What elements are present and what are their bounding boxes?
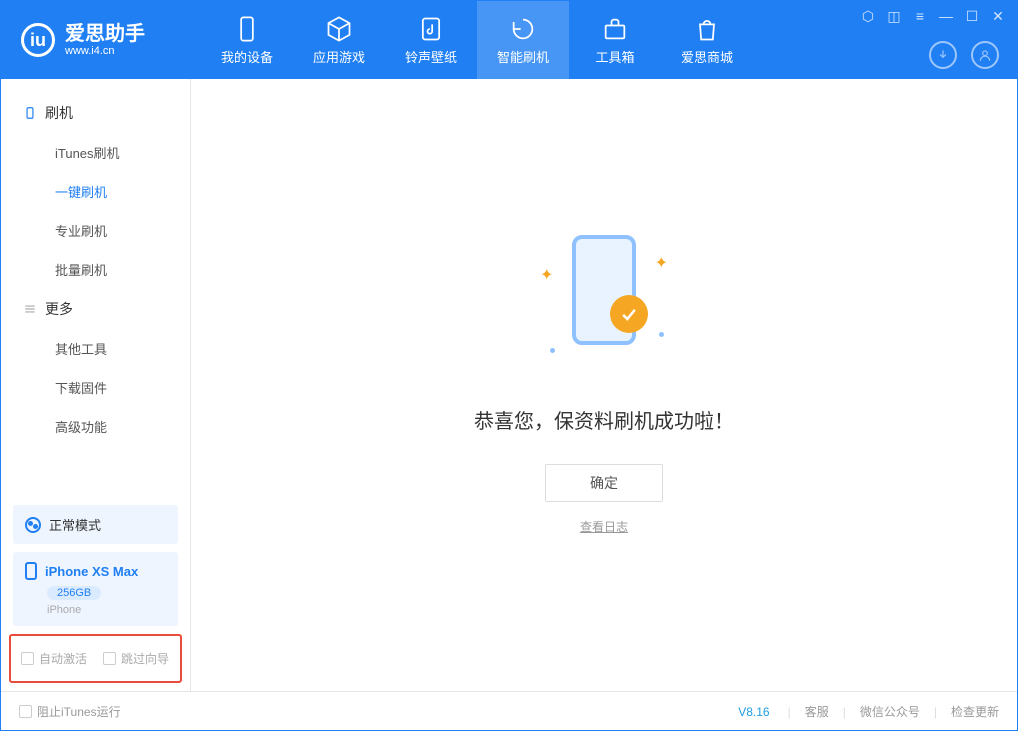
- sync-icon[interactable]: ◫: [887, 9, 901, 23]
- list-icon: [23, 302, 37, 316]
- checkbox-auto-activate[interactable]: 自动激活: [21, 650, 87, 667]
- tab-store[interactable]: 爱思商城: [661, 1, 753, 79]
- tab-label: 智能刷机: [497, 47, 549, 66]
- sidebar-item-download-firmware[interactable]: 下载固件: [1, 368, 190, 407]
- sidebar-group-more: 更多: [1, 289, 190, 329]
- tab-ringtone-wallpaper[interactable]: 铃声壁纸: [385, 1, 477, 79]
- shopping-bag-icon: [693, 15, 721, 43]
- tab-toolbox[interactable]: 工具箱: [569, 1, 661, 79]
- tab-label: 爱思商城: [681, 47, 733, 66]
- download-icon: [936, 48, 950, 62]
- sidebar-item-pro-flash[interactable]: 专业刷机: [1, 211, 190, 250]
- sidebar-item-other-tools[interactable]: 其他工具: [1, 329, 190, 368]
- header-actions: [929, 41, 999, 69]
- device-storage: 256GB: [47, 586, 101, 600]
- app-site: www.i4.cn: [65, 45, 145, 57]
- options-row: 自动激活 跳过向导: [9, 634, 182, 683]
- sidebar-item-advanced[interactable]: 高级功能: [1, 407, 190, 446]
- device-box[interactable]: iPhone XS Max 256GB iPhone: [13, 552, 178, 626]
- account-button[interactable]: [971, 41, 999, 69]
- check-badge-icon: [610, 295, 648, 333]
- logo-icon: iu: [21, 23, 55, 57]
- confirm-button[interactable]: 确定: [545, 464, 663, 502]
- version-label: V8.16: [738, 705, 769, 719]
- footer: 阻止iTunes运行 V8.16 | 客服 | 微信公众号 | 检查更新: [1, 691, 1017, 731]
- footer-wechat-link[interactable]: 微信公众号: [860, 703, 920, 720]
- sidebar-item-itunes-flash[interactable]: iTunes刷机: [1, 133, 190, 172]
- toolbox-icon: [601, 15, 629, 43]
- close-button[interactable]: ✕: [991, 9, 1005, 23]
- success-illustration: ✦ ✦: [524, 235, 684, 365]
- success-message: 恭喜您，保资料刷机成功啦！: [474, 405, 734, 434]
- maximize-button[interactable]: ☐: [965, 9, 979, 23]
- user-icon: [978, 48, 992, 62]
- menu-icon[interactable]: ≡: [913, 9, 927, 23]
- sparkle-icon: ✦: [540, 265, 553, 285]
- checkbox-block-itunes[interactable]: 阻止iTunes运行: [19, 703, 121, 720]
- phone-icon: [233, 15, 261, 43]
- download-button[interactable]: [929, 41, 957, 69]
- footer-update-link[interactable]: 检查更新: [951, 703, 999, 720]
- cube-icon: [325, 15, 353, 43]
- window-controls: ⬡ ◫ ≡ — ☐ ✕: [861, 9, 1005, 23]
- tab-label: 工具箱: [595, 47, 634, 66]
- tab-label: 我的设备: [221, 47, 273, 66]
- checkbox-icon: [21, 652, 34, 665]
- checkbox-icon: [103, 652, 116, 665]
- main-content: ✦ ✦ 恭喜您，保资料刷机成功啦！ 确定 查看日志: [191, 79, 1017, 691]
- device-name: iPhone XS Max: [45, 564, 138, 579]
- tshirt-icon[interactable]: ⬡: [861, 9, 875, 23]
- shield-refresh-icon: [509, 15, 537, 43]
- sidebar-group-flash: 刷机: [1, 93, 190, 133]
- tab-my-device[interactable]: 我的设备: [201, 1, 293, 79]
- sidebar-item-oneclick-flash[interactable]: 一键刷机: [1, 172, 190, 211]
- phone-icon: [23, 106, 37, 120]
- app-name: 爱思助手: [65, 23, 145, 45]
- checkbox-skip-guide[interactable]: 跳过向导: [103, 650, 169, 667]
- checkbox-icon: [19, 705, 32, 718]
- device-phone-icon: [25, 562, 37, 580]
- sparkle-icon: ✦: [655, 253, 668, 273]
- mode-box[interactable]: 正常模式: [13, 505, 178, 544]
- music-file-icon: [417, 15, 445, 43]
- footer-support-link[interactable]: 客服: [805, 703, 829, 720]
- sidebar: 刷机 iTunes刷机 一键刷机 专业刷机 批量刷机 更多 其他工具 下载固件 …: [1, 79, 191, 691]
- dot-icon: [550, 348, 555, 353]
- tab-label: 应用游戏: [313, 47, 365, 66]
- mode-label: 正常模式: [49, 515, 101, 534]
- tab-label: 铃声壁纸: [405, 47, 457, 66]
- header-tabs: 我的设备 应用游戏 铃声壁纸 智能刷机 工具箱 爱思商城: [201, 1, 753, 79]
- logo: iu 爱思助手 www.i4.cn: [1, 23, 201, 57]
- mode-icon: [25, 517, 41, 533]
- device-type: iPhone: [47, 604, 166, 616]
- tab-apps-games[interactable]: 应用游戏: [293, 1, 385, 79]
- view-log-link[interactable]: 查看日志: [580, 518, 628, 535]
- app-header: iu 爱思助手 www.i4.cn 我的设备 应用游戏 铃声壁纸 智能刷机 工具…: [1, 1, 1017, 79]
- tab-smart-flash[interactable]: 智能刷机: [477, 1, 569, 79]
- sidebar-item-batch-flash[interactable]: 批量刷机: [1, 250, 190, 289]
- dot-icon: [659, 332, 664, 337]
- minimize-button[interactable]: —: [939, 9, 953, 23]
